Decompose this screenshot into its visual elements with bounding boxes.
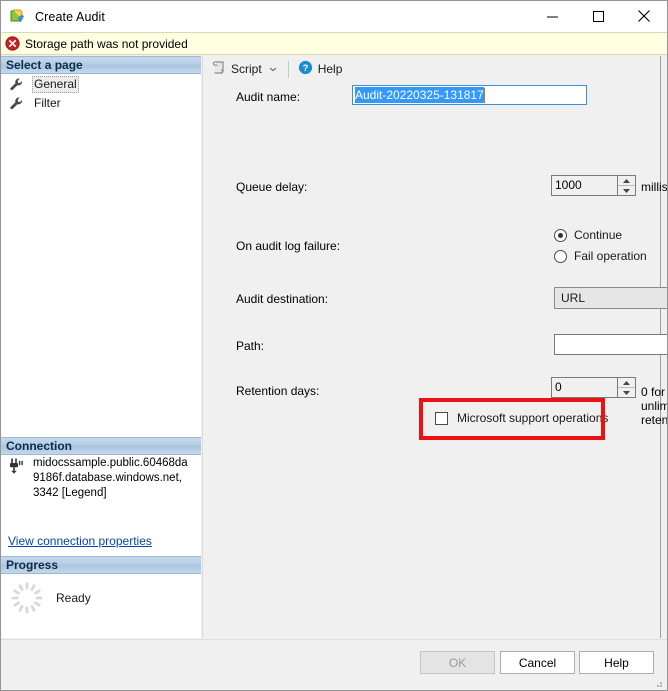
spin-up-icon[interactable]	[618, 176, 635, 186]
create-audit-icon	[10, 9, 26, 25]
help-dialog-button[interactable]: Help	[579, 651, 654, 674]
ok-button[interactable]: OK	[420, 651, 495, 674]
svg-text:?: ?	[302, 63, 308, 74]
select-a-page-header: Select a page	[1, 56, 201, 74]
sidebar-item-general[interactable]: General	[1, 75, 201, 94]
help-dialog-button-label: Help	[604, 655, 629, 670]
close-button[interactable]	[621, 1, 667, 31]
ok-button-label: OK	[448, 655, 467, 670]
queue-delay-label: Queue delay:	[236, 180, 308, 194]
dialog-footer: OK Cancel Help	[1, 639, 667, 690]
connection-server-name: midocssample.public.60468da9186f.databas…	[33, 457, 188, 499]
chevron-down-icon[interactable]	[269, 62, 277, 76]
queue-delay-spin-buttons[interactable]	[617, 176, 635, 195]
spin-down-icon[interactable]	[618, 388, 635, 397]
audit-name-value: Audit-20220325-131817	[355, 87, 484, 103]
audit-destination-select[interactable]: URL	[554, 287, 667, 309]
help-button[interactable]: ? Help	[295, 58, 346, 80]
queue-delay-unit: milliseconds	[641, 180, 668, 194]
retention-days-spin-buttons[interactable]	[617, 378, 635, 397]
script-button-label: Script	[231, 62, 262, 76]
error-message-text: Storage path was not provided	[25, 36, 188, 51]
minimize-button[interactable]	[529, 1, 575, 31]
path-label: Path:	[236, 339, 265, 353]
window-title: Create Audit	[35, 9, 105, 24]
text-caret	[483, 87, 485, 103]
resize-grip-icon[interactable]	[652, 677, 664, 689]
toolbar-separator	[287, 60, 289, 78]
create-audit-dialog: Create Audit Storage path was not provid…	[0, 0, 668, 691]
help-button-label: Help	[317, 62, 343, 76]
title-bar: Create Audit	[1, 1, 667, 32]
queue-delay-stepper[interactable]: 1000	[551, 175, 636, 196]
cancel-button[interactable]: Cancel	[500, 651, 575, 674]
main-form-pane: Script ? Help Audit name: Audit-20220325…	[202, 56, 667, 638]
path-input[interactable]	[554, 334, 667, 355]
form-toolbar: Script ? Help	[203, 56, 660, 82]
spin-down-icon[interactable]	[618, 186, 635, 195]
connection-info: midocssample.public.60468da9186f.databas…	[1, 456, 201, 501]
on-audit-log-failure-label: On audit log failure:	[236, 239, 341, 253]
radio-continue-label: Continue	[574, 228, 623, 242]
retention-days-value: 0	[552, 378, 617, 397]
wrench-icon	[9, 96, 24, 111]
radio-button-icon[interactable]	[554, 249, 567, 263]
audit-name-label: Audit name:	[236, 90, 301, 104]
radio-fail-operation-label: Fail operation	[574, 249, 647, 263]
progress-info: Ready	[1, 568, 201, 628]
help-circle-icon: ?	[298, 60, 313, 78]
error-message-bar: Storage path was not provided	[1, 32, 667, 55]
spin-up-icon[interactable]	[618, 378, 635, 388]
radio-fail-operation[interactable]: Fail operation	[554, 249, 647, 263]
radio-continue[interactable]: Continue	[554, 228, 622, 242]
script-icon	[211, 60, 226, 78]
cancel-button-label: Cancel	[518, 655, 557, 670]
left-navigation-pane: Select a page General Filter Connection …	[1, 56, 201, 638]
script-button[interactable]: Script	[208, 58, 282, 80]
connection-header: Connection	[1, 437, 201, 455]
page-list: General Filter	[1, 75, 201, 113]
microsoft-support-operations-checkbox[interactable]: Microsoft support operations	[435, 411, 608, 425]
sidebar-item-label: General	[32, 76, 79, 93]
retention-days-label: Retention days:	[236, 384, 320, 398]
sidebar-item-filter[interactable]: Filter	[1, 94, 201, 113]
wrench-icon	[9, 77, 24, 92]
radio-button-icon[interactable]	[554, 228, 567, 242]
retention-days-stepper[interactable]: 0	[551, 377, 636, 398]
checkbox-icon[interactable]	[435, 411, 448, 425]
error-circle-icon	[5, 36, 20, 51]
window-controls	[529, 1, 667, 31]
view-connection-properties-link[interactable]: View connection properties	[8, 534, 152, 548]
connection-plug-icon	[7, 458, 24, 475]
progress-status-text: Ready	[56, 591, 91, 605]
audit-destination-value: URL	[561, 291, 586, 305]
audit-name-input[interactable]: Audit-20220325-131817	[352, 85, 587, 105]
maximize-button[interactable]	[575, 1, 621, 31]
retention-days-note: 0 for unlimited retention	[641, 385, 668, 427]
microsoft-support-operations-label: Microsoft support operations	[457, 411, 609, 425]
sidebar-item-label: Filter	[34, 96, 61, 110]
progress-spinner-icon	[10, 581, 44, 615]
audit-destination-label: Audit destination:	[236, 292, 329, 306]
queue-delay-value: 1000	[552, 176, 617, 195]
